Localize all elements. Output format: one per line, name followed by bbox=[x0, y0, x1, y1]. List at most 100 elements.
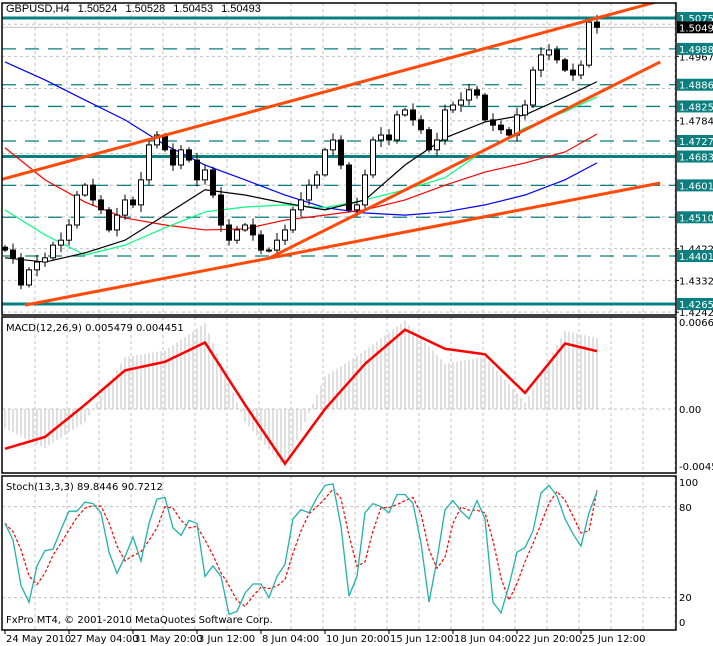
stoch-panel bbox=[2, 476, 676, 630]
bear-candle-body bbox=[506, 129, 512, 136]
bear-candle-body bbox=[98, 199, 104, 211]
price-axis-label: 1.43320 bbox=[679, 276, 713, 287]
candle bbox=[42, 252, 48, 267]
candle bbox=[530, 66, 536, 109]
bear-candle-body bbox=[482, 94, 488, 121]
bull-candle-body bbox=[34, 261, 40, 271]
bear-candle-body bbox=[250, 224, 256, 236]
panel-border bbox=[1, 475, 677, 631]
bull-candle-body bbox=[322, 149, 328, 176]
candle bbox=[314, 170, 320, 189]
bull-candle-body bbox=[306, 184, 312, 201]
stoch-indicator-label: Stoch(13,3,3) 89.8446 90.7212 bbox=[6, 482, 163, 493]
bear-candle-body bbox=[218, 194, 224, 226]
candle bbox=[282, 224, 288, 245]
candle bbox=[90, 178, 96, 206]
candle bbox=[490, 113, 496, 132]
candle bbox=[458, 92, 464, 113]
candle bbox=[26, 267, 32, 288]
candle bbox=[378, 127, 384, 148]
bear-candle-body bbox=[418, 119, 424, 131]
bull-candle-body bbox=[82, 184, 88, 196]
candle bbox=[178, 145, 184, 170]
bear-candle-body bbox=[90, 184, 96, 201]
lower-channel-trendline bbox=[24, 181, 661, 307]
candle bbox=[58, 232, 64, 253]
time-axis-label: 24 May 2010 bbox=[6, 634, 71, 645]
bull-candle-body bbox=[434, 139, 440, 151]
candle bbox=[562, 57, 568, 72]
bear-candle-body bbox=[338, 139, 344, 166]
candle bbox=[154, 130, 160, 149]
candle bbox=[538, 47, 544, 78]
candle bbox=[186, 147, 192, 163]
stoch-axis-label: 0 bbox=[679, 618, 685, 629]
bull-candle-body bbox=[466, 89, 472, 101]
macd-axis-label: 0.00 bbox=[679, 405, 701, 416]
candle bbox=[146, 138, 152, 186]
bull-candle-body bbox=[234, 229, 240, 241]
candle bbox=[250, 218, 256, 241]
main-price-panel bbox=[2, 3, 676, 315]
price-axis-label: 1.47845 bbox=[679, 117, 713, 128]
bull-candle-body bbox=[394, 114, 400, 141]
candle bbox=[106, 207, 112, 233]
bull-candle-body bbox=[442, 109, 448, 141]
bull-candle-body bbox=[202, 169, 208, 181]
low-price: 1.50453 bbox=[173, 3, 214, 15]
price-level-label: 1.44011 bbox=[679, 252, 713, 263]
price-level-label: 1.48250 bbox=[679, 102, 713, 113]
price-level-label: 1.46013 bbox=[679, 181, 713, 192]
bull-candle-body bbox=[282, 229, 288, 241]
time-axis-label: 8 Jun 04:00 bbox=[262, 634, 319, 645]
bear-candle-body bbox=[386, 134, 392, 141]
time-axis-label: 18 Jun 04:00 bbox=[454, 634, 518, 645]
candle bbox=[10, 243, 16, 264]
bull-candle-body bbox=[114, 214, 120, 231]
bull-candle-body bbox=[58, 239, 64, 246]
macd-signal-line bbox=[4, 328, 598, 466]
candle bbox=[370, 136, 376, 178]
price-level-label: 1.50493 bbox=[679, 23, 713, 34]
price-level-label: 1.49881 bbox=[679, 45, 713, 56]
time-axis-label: 27 May 04:00 bbox=[70, 634, 139, 645]
bear-candle-body bbox=[490, 119, 496, 126]
stoch-axis-label: 80 bbox=[679, 503, 692, 514]
candle bbox=[138, 172, 144, 212]
candle bbox=[482, 93, 488, 122]
candle bbox=[98, 195, 104, 215]
bull-candle-body bbox=[314, 174, 320, 186]
bear-candle-body bbox=[226, 224, 232, 241]
high-price: 1.50528 bbox=[125, 3, 166, 15]
bull-candle-body bbox=[266, 249, 272, 252]
bull-candle-body bbox=[178, 149, 184, 166]
time-axis-label: 25 Jun 12:00 bbox=[582, 634, 646, 645]
chart-header: GBPUSD,H4 1.50524 1.50528 1.50453 1.5049… bbox=[6, 3, 266, 15]
candle bbox=[434, 132, 440, 157]
candle bbox=[394, 110, 400, 144]
time-axis-label: 31 May 20:00 bbox=[134, 634, 203, 645]
candle bbox=[290, 206, 296, 234]
symbol-label: GBPUSD,H4 bbox=[6, 3, 70, 15]
bear-candle-body bbox=[186, 149, 192, 161]
bull-candle-body bbox=[242, 224, 248, 231]
candle bbox=[266, 247, 272, 253]
candle bbox=[242, 222, 248, 232]
bull-candle-body bbox=[578, 64, 584, 76]
stoch-axis-label: 20 bbox=[679, 593, 692, 604]
bull-candle-body bbox=[290, 209, 296, 231]
bear-candle-body bbox=[562, 59, 568, 71]
candle bbox=[402, 107, 408, 117]
bear-candle-body bbox=[258, 234, 264, 251]
bull-candle-body bbox=[522, 104, 528, 116]
bear-candle-body bbox=[18, 257, 24, 286]
bear-candle-body bbox=[554, 49, 560, 61]
bull-candle-body bbox=[354, 204, 360, 211]
price-level-label: 1.42652 bbox=[679, 300, 713, 311]
candle bbox=[82, 183, 88, 197]
candle bbox=[18, 253, 24, 290]
bear-candle-body bbox=[170, 149, 176, 166]
bear-candle-body bbox=[498, 124, 504, 131]
bull-candle-body bbox=[330, 139, 336, 151]
bull-candle-body bbox=[458, 99, 464, 106]
